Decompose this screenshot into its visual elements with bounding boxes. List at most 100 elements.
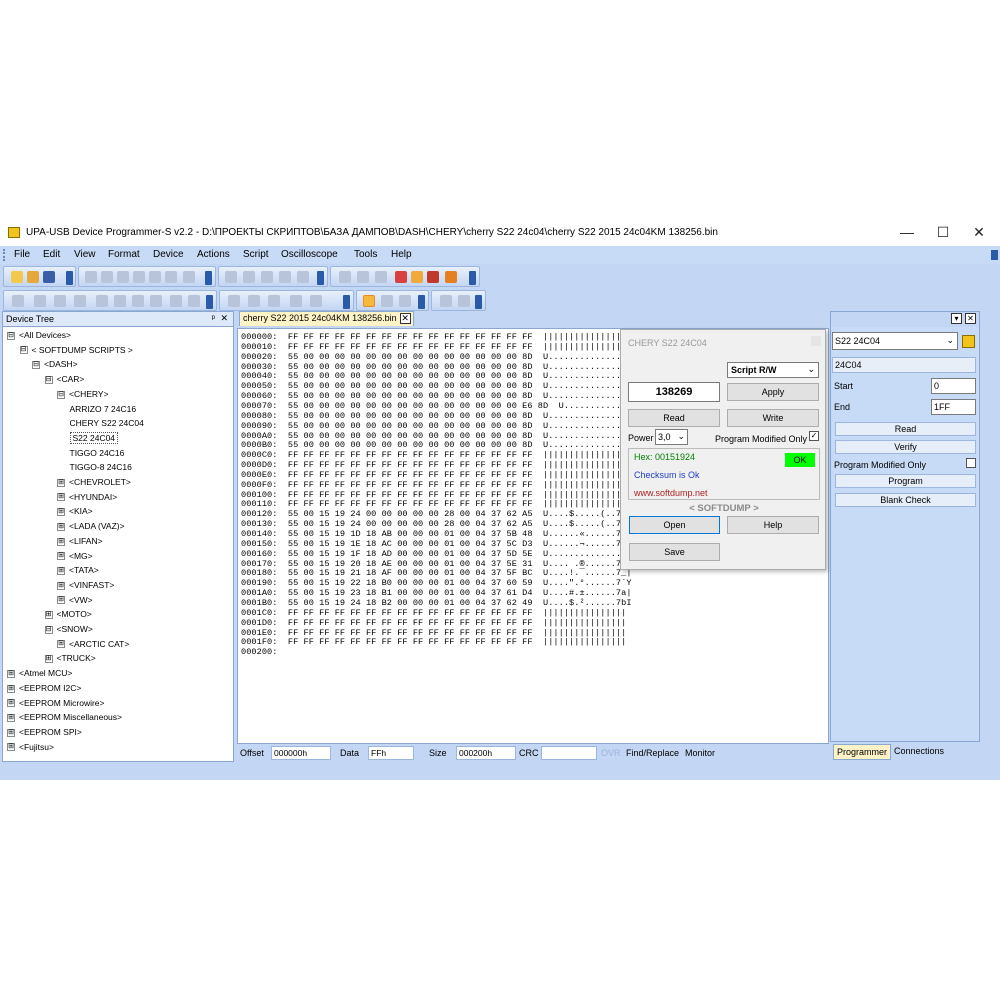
tree-item[interactable]: ⊞ <CHEVROLET> [57, 475, 131, 489]
hex-line[interactable]: 0001E0: FF FF FF FF FF FF FF FF FF FF FF… [241, 628, 626, 638]
hex-line[interactable]: 000180: 55 00 15 19 21 18 AF 00 00 00 01… [241, 568, 632, 578]
stop-icon[interactable] [188, 295, 200, 307]
tree-item[interactable]: ⊞ <Fujitsu> [7, 740, 54, 754]
pin-icon[interactable]: ᵖ [212, 313, 215, 323]
save-icon[interactable] [43, 271, 55, 283]
expand-icon[interactable]: ⊞ [7, 743, 15, 752]
pins-icon[interactable] [375, 271, 387, 283]
menu-script[interactable]: Script [243, 249, 269, 260]
find-replace-tab[interactable]: Find/Replace [626, 748, 679, 758]
hex-line[interactable]: 000090: 55 00 00 00 00 00 00 00 00 00 00… [241, 421, 626, 431]
tree-item[interactable]: ⊟ <CHERY> [57, 387, 109, 401]
toolbar-overflow-icon[interactable] [206, 295, 213, 309]
toolbar-overflow-icon[interactable] [475, 295, 482, 309]
blank-check-button[interactable]: Blank Check [835, 493, 976, 507]
forward-icon[interactable] [101, 271, 113, 283]
tree-item[interactable]: ⊞ <MOTO> [44, 607, 92, 621]
document-close-icon[interactable]: ✕ [399, 313, 411, 324]
menu-view[interactable]: View [74, 249, 96, 260]
collapse-icon[interactable]: ⊟ [44, 625, 53, 634]
panel-close-icon[interactable]: ✕ [220, 313, 228, 324]
socket-icon[interactable] [357, 271, 369, 283]
hex-line[interactable]: 0001A0: 55 00 15 19 23 18 B1 00 00 00 01… [241, 588, 632, 598]
tree-item[interactable]: ⊞ <EEPROM SPI> [7, 725, 82, 739]
hex-line[interactable]: 000190: 55 00 15 19 22 18 B0 00 00 00 01… [241, 578, 632, 588]
format-2-icon[interactable] [248, 295, 260, 307]
expand-icon[interactable]: ⊞ [44, 611, 53, 620]
expand-icon[interactable]: ⊞ [57, 581, 65, 590]
menu-grip[interactable] [3, 249, 6, 261]
help-button[interactable]: Help [727, 516, 819, 534]
collapse-icon[interactable]: ⊟ [7, 331, 15, 340]
hex-line[interactable]: 000150: 55 00 15 19 1E 18 AC 00 00 00 01… [241, 539, 632, 549]
toolbar-overflow-icon[interactable] [205, 271, 212, 285]
hex-line[interactable]: 000130: 55 00 15 19 24 00 00 00 00 00 28… [241, 519, 626, 529]
hex-line[interactable]: 000010: FF FF FF FF FF FF FF FF FF FF FF… [241, 342, 626, 352]
expand-icon[interactable]: ⊞ [7, 699, 15, 708]
edit-icon[interactable] [395, 271, 407, 283]
format-4-icon[interactable] [290, 295, 302, 307]
tree-item[interactable]: ⊞ <Atmel MCU> [7, 666, 72, 680]
menu-help[interactable]: Help [391, 249, 412, 260]
menu-edit[interactable]: Edit [43, 249, 60, 260]
clear-icon[interactable] [54, 295, 66, 307]
play-icon[interactable] [440, 295, 452, 307]
chip-icon[interactable] [339, 271, 351, 283]
hex-line[interactable]: 0000D0: FF FF FF FF FF FF FF FF FF FF FF… [241, 460, 626, 470]
expand-icon[interactable]: ⊞ [7, 713, 15, 722]
edit-disabled-icon[interactable] [12, 295, 24, 307]
panel-close-icon[interactable]: ✕ [965, 313, 976, 324]
halt-icon[interactable] [458, 295, 470, 307]
toolbar-overflow-icon[interactable] [317, 271, 324, 285]
hex-line[interactable]: 000080: 55 00 00 00 00 00 00 00 00 00 00… [241, 411, 626, 421]
hex-line[interactable]: 000070: 55 00 00 00 00 00 00 00 00 00 00… [241, 401, 637, 411]
toolbar-overflow-icon[interactable] [469, 271, 476, 285]
cut-icon[interactable] [117, 271, 129, 283]
tree-item[interactable]: ARRIZO 7 24C16 [70, 402, 137, 416]
tab-connections[interactable]: Connections [891, 744, 947, 760]
value-display[interactable]: 138269 [628, 382, 720, 402]
undo-icon[interactable] [183, 271, 195, 283]
cursor-icon[interactable] [363, 295, 375, 307]
tree-item[interactable]: ⊟ <DASH> [32, 357, 78, 371]
record-icon[interactable] [170, 295, 182, 307]
tree-item[interactable]: ⊞ <MG> [57, 549, 93, 563]
hex-line[interactable]: 0001B0: 55 00 15 19 24 18 B2 00 00 00 01… [241, 598, 632, 608]
list-icon[interactable] [261, 271, 273, 283]
menu-file[interactable]: File [14, 249, 30, 260]
new-icon[interactable] [11, 271, 23, 283]
zoom-icon[interactable] [381, 295, 393, 307]
expand-icon[interactable]: ⊞ [7, 728, 15, 737]
document-tab[interactable]: cherry S22 2015 24c04KM 138256.bin ✕ [239, 311, 414, 326]
end-input[interactable]: 1FF [931, 399, 976, 415]
format-1-icon[interactable] [228, 295, 240, 307]
expand-icon[interactable]: ⊞ [57, 522, 65, 531]
tree-item[interactable]: ⊞ <EEPROM Microwire> [7, 696, 105, 710]
tree-item[interactable]: ⊞ <LIFAN> [57, 534, 103, 548]
folder-icon[interactable] [411, 271, 423, 283]
hex-line[interactable]: 000000: FF FF FF FF FF FF FF FF FF FF FF… [241, 332, 626, 342]
hex-line[interactable]: 000160: 55 00 15 19 1F 18 AD 00 00 00 01… [241, 549, 637, 559]
hex-line[interactable]: 000200: [241, 647, 277, 657]
offset-field[interactable]: 000000h [271, 746, 331, 760]
delete-icon[interactable] [165, 271, 177, 283]
sigma-icon[interactable] [445, 271, 457, 283]
menu-actions[interactable]: Actions [197, 249, 230, 260]
hex-line[interactable]: 000060: 55 00 00 00 00 00 00 00 00 00 00… [241, 391, 626, 401]
program-modified-checkbox[interactable] [966, 458, 976, 468]
tree-item[interactable]: CHERY S22 24C04 [70, 416, 144, 430]
bookmark-icon[interactable] [74, 295, 86, 307]
expand-icon[interactable]: ⊞ [7, 684, 15, 693]
size-field[interactable]: 000200h [456, 746, 516, 760]
tree-item[interactable]: ⊞ <VINFAST> [57, 578, 114, 592]
program-modified-checkbox[interactable]: ✓ [809, 431, 819, 441]
tree-item[interactable]: ⊟ <All Devices> [7, 328, 71, 342]
hex-line[interactable]: 000140: 55 00 15 19 1D 18 AB 00 00 00 01… [241, 529, 632, 539]
device-info-icon[interactable] [962, 335, 975, 348]
back-icon[interactable] [85, 271, 97, 283]
tree-item[interactable]: ⊞ <TATA> [57, 563, 99, 577]
tree-item[interactable]: ⊞ <HYUNDAI> [57, 490, 117, 504]
verify-button[interactable]: Verify [835, 440, 976, 454]
expand-icon[interactable]: ⊞ [57, 478, 65, 487]
tree-item[interactable]: ⊞ <ARCTIC CAT> [57, 637, 129, 651]
